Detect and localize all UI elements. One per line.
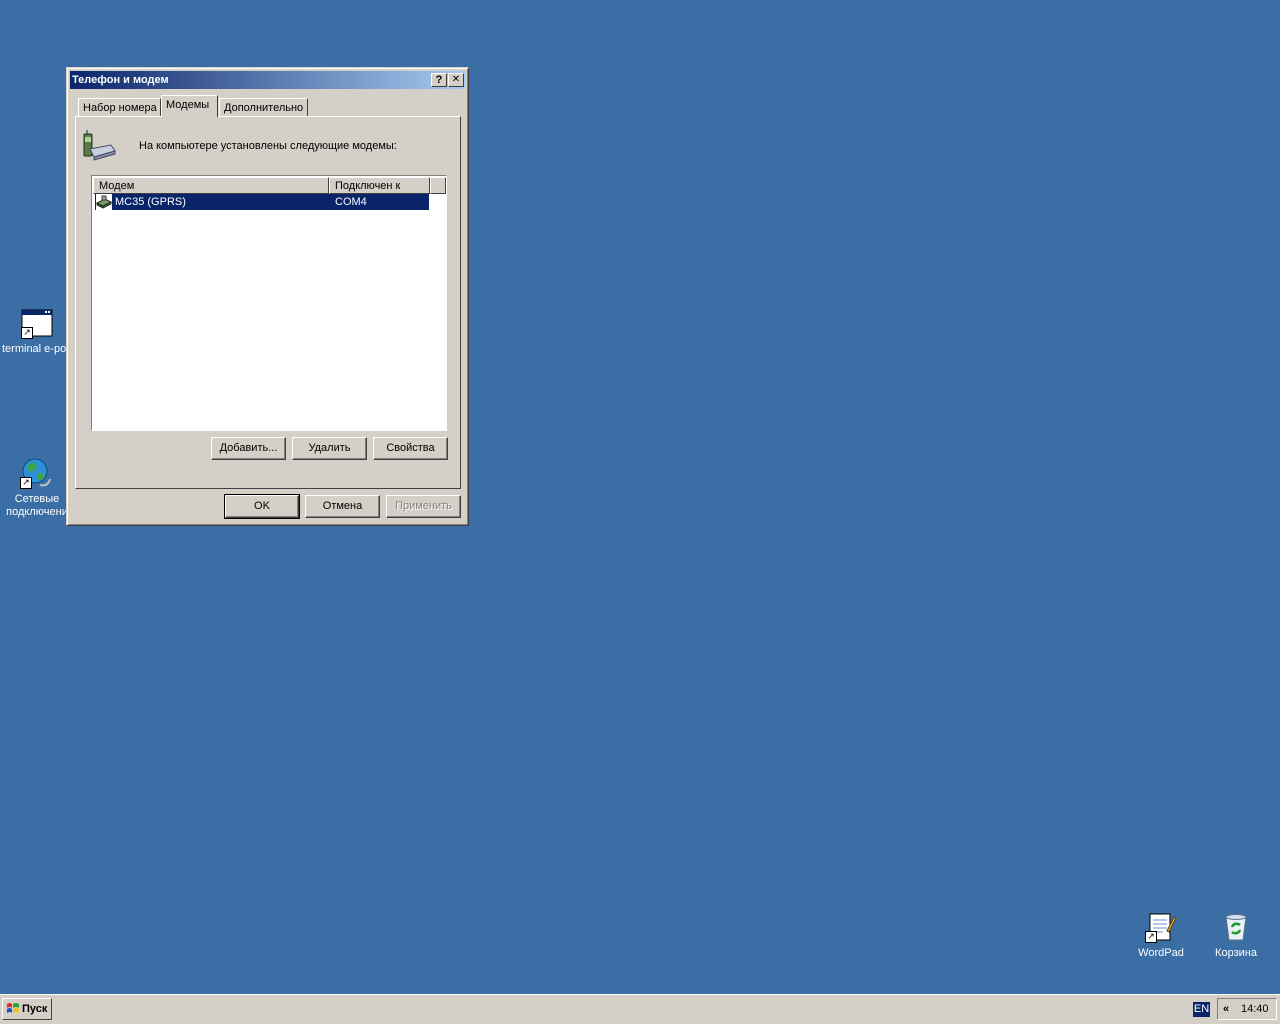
- remove-modem-button[interactable]: Удалить: [292, 437, 367, 460]
- desktop-icon-recycle-bin[interactable]: Корзина: [1198, 911, 1274, 960]
- column-header-modem[interactable]: Модем: [93, 177, 329, 194]
- recycle-bin-icon: [1220, 911, 1252, 943]
- shortcut-arrow-icon: ↗: [1145, 931, 1157, 943]
- tab-label: Дополнительно: [224, 102, 304, 114]
- modems-description: На компьютере установлены следующие моде…: [139, 140, 397, 152]
- language-indicator[interactable]: EN: [1193, 1002, 1210, 1017]
- clock[interactable]: 14:40: [1241, 999, 1269, 1019]
- button-label: Отмена: [322, 500, 363, 512]
- shortcut-arrow-icon: ↗: [21, 327, 33, 339]
- system-tray: « 14:40: [1217, 998, 1277, 1020]
- start-label: Пуск: [22, 1003, 48, 1015]
- modem-properties-button[interactable]: Свойства: [373, 437, 448, 460]
- modems-tab-panel: На компьютере установлены следующие моде…: [75, 116, 461, 489]
- tab-modems[interactable]: Модемы: [161, 95, 218, 117]
- dialog-titlebar[interactable]: Телефон и модем ? ✕: [70, 71, 465, 89]
- start-button[interactable]: Пуск: [2, 998, 52, 1020]
- tab-dialing[interactable]: Набор номера: [78, 98, 161, 118]
- phone-modem-dialog: Телефон и модем ? ✕ Набор номера Модемы …: [66, 67, 469, 526]
- modem-device-icon: [95, 194, 113, 210]
- tray-chevron-icon[interactable]: «: [1223, 999, 1229, 1019]
- tab-advanced[interactable]: Дополнительно: [219, 98, 308, 118]
- desktop-icon-network[interactable]: ↗ Сетевые подключени: [0, 457, 74, 519]
- button-label: Свойства: [386, 442, 435, 454]
- modem-name: MC35 (GPRS): [115, 196, 186, 208]
- close-button[interactable]: ✕: [448, 73, 464, 87]
- desktop-icon-terminal[interactable]: ↗ terminal e-por: [0, 307, 70, 356]
- tab-label: Набор номера: [83, 102, 157, 114]
- modem-port: COM4: [335, 196, 367, 208]
- phone-modem-icon: [81, 129, 117, 163]
- desktop-icon-label: terminal e-por: [2, 343, 70, 355]
- close-icon: ✕: [451, 74, 461, 85]
- shortcut-arrow-icon: ↗: [20, 477, 32, 489]
- dialog-title: Телефон и модем: [72, 74, 169, 86]
- desktop-icon-label: Сетевые подключени: [6, 493, 68, 518]
- button-label: OK: [254, 500, 270, 512]
- windows-logo-icon: [6, 1002, 20, 1016]
- desktop-icon-wordpad[interactable]: ↗ WordPad: [1123, 911, 1199, 960]
- column-header-port[interactable]: Подключен к: [329, 177, 430, 194]
- modem-list[interactable]: Модем Подключен к MC35 (GPRS) COM4: [91, 175, 447, 431]
- column-header-filler: [430, 177, 446, 194]
- button-label: Добавить...: [219, 442, 278, 454]
- desktop-icon-label: WordPad: [1138, 947, 1184, 959]
- table-row[interactable]: MC35 (GPRS) COM4: [95, 194, 429, 210]
- button-label: Удалить: [308, 442, 351, 454]
- button-label: Применить: [395, 500, 452, 512]
- cancel-button[interactable]: Отмена: [305, 495, 380, 518]
- add-modem-button[interactable]: Добавить...: [211, 437, 286, 460]
- network-globe-icon: ↗: [20, 457, 52, 489]
- taskbar: Пуск EN « 14:40: [0, 994, 1280, 1024]
- help-button[interactable]: ?: [431, 73, 447, 87]
- apply-button[interactable]: Применить: [386, 495, 461, 518]
- tab-label: Модемы: [166, 99, 210, 111]
- window-app-icon: ↗: [21, 307, 53, 339]
- desktop-icon-label: Корзина: [1215, 947, 1257, 959]
- wordpad-icon: ↗: [1145, 911, 1177, 943]
- ok-button[interactable]: OK: [224, 494, 300, 519]
